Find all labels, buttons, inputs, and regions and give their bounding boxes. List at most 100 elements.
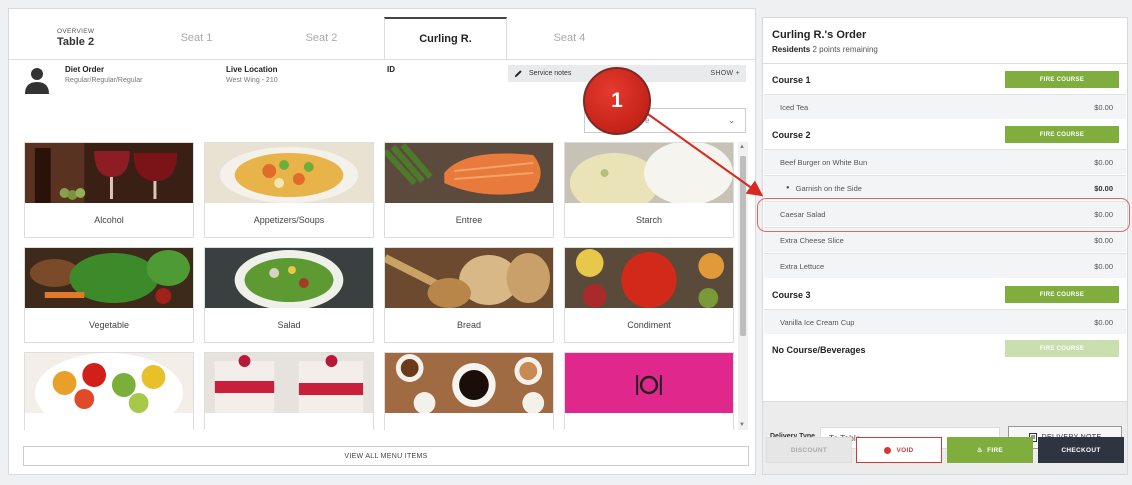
live-location-value: West Wing - 210 bbox=[226, 77, 278, 84]
fire-label: FIRE bbox=[987, 446, 1004, 454]
dessert-photo bbox=[205, 353, 373, 413]
tab-overview[interactable]: OVERVIEW Table 2 bbox=[9, 17, 134, 59]
tabs-divider bbox=[9, 59, 755, 60]
course-2-header: Course 2 bbox=[772, 130, 811, 140]
step-callout-badge: 1 bbox=[583, 67, 651, 135]
service-notes-label: Service notes bbox=[529, 70, 572, 77]
category-label: Salad bbox=[277, 320, 301, 330]
category-label: Entree bbox=[455, 215, 483, 225]
void-icon bbox=[884, 446, 892, 454]
order-item-price: $0.00 bbox=[1094, 235, 1113, 245]
scroll-down-icon[interactable]: ▼ bbox=[739, 422, 745, 428]
residents-label: Residents bbox=[772, 45, 811, 54]
course-1-header: Course 1 bbox=[772, 75, 811, 85]
category-tile-other[interactable] bbox=[564, 352, 734, 430]
order-item-price: $0.00 bbox=[1094, 317, 1113, 327]
tab-seat-2[interactable]: Seat 2 bbox=[259, 17, 384, 59]
category-label: Alcohol bbox=[94, 215, 124, 225]
scrollbar-thumb[interactable] bbox=[740, 156, 746, 336]
tab-overview-table: Table 2 bbox=[57, 36, 95, 48]
menu-category-grid: Alcohol Appetizers/Soups Entree Starch V… bbox=[24, 142, 737, 430]
fire-course-2-button[interactable]: FIRE COURSE bbox=[1005, 126, 1119, 143]
category-label bbox=[565, 413, 733, 430]
order-title: Curling R.'s Order bbox=[772, 29, 867, 41]
category-tile-vegetable[interactable]: Vegetable bbox=[24, 247, 194, 343]
category-tile-entree[interactable]: Entree bbox=[384, 142, 554, 238]
category-tile-starch[interactable]: Starch bbox=[564, 142, 734, 238]
checkout-button[interactable]: CHECKOUT bbox=[1038, 437, 1124, 463]
category-label: Condiment bbox=[627, 320, 671, 330]
category-tile-bread[interactable]: Bread bbox=[384, 247, 554, 343]
void-button[interactable]: VOID bbox=[856, 437, 942, 463]
menu-grid-scrollbar[interactable]: ▲ ▼ bbox=[738, 142, 748, 430]
category-tile-appetizers-soups[interactable]: Appetizers/Soups bbox=[204, 142, 374, 238]
salad-photo bbox=[205, 248, 373, 308]
category-label bbox=[25, 413, 193, 430]
scroll-up-icon[interactable]: ▲ bbox=[739, 144, 745, 150]
fire-course-3-button[interactable]: FIRE COURSE bbox=[1005, 286, 1119, 303]
category-label bbox=[205, 413, 373, 430]
discount-button[interactable]: DISCOUNT bbox=[766, 437, 852, 463]
fire-course-1-button[interactable]: FIRE COURSE bbox=[1005, 71, 1119, 88]
view-all-menu-items-button[interactable]: VIEW ALL MENU ITEMS bbox=[23, 446, 749, 466]
category-label: Vegetable bbox=[88, 320, 130, 330]
category-label bbox=[385, 413, 553, 430]
order-header-divider bbox=[763, 63, 1127, 64]
order-item-name: Iced Tea bbox=[780, 102, 809, 112]
order-item-name: Garnish on the Side bbox=[795, 183, 862, 193]
order-item-price: $0.00 bbox=[1094, 183, 1113, 193]
seat-tabs: OVERVIEW Table 2 Seat 1 Seat 2 Curling R… bbox=[9, 17, 755, 59]
id-info: ID bbox=[387, 65, 395, 74]
category-label: Appetizers/Soups bbox=[253, 215, 325, 225]
flame-icon: ♨ bbox=[976, 447, 984, 454]
tab-curling-r[interactable]: Curling R. bbox=[384, 17, 507, 59]
order-item-modifier-row[interactable]: ● Garnish on the Side $0.00 bbox=[764, 175, 1126, 200]
soup-photo bbox=[205, 143, 373, 203]
diet-order-value: Regular/Regular/Regular bbox=[65, 77, 143, 84]
pencil-icon bbox=[514, 70, 522, 78]
course-3-header: Course 3 bbox=[772, 290, 811, 300]
order-item-name: Extra Cheese Slice bbox=[780, 235, 844, 245]
wine-glasses-photo bbox=[25, 143, 193, 203]
category-tile-dessert[interactable] bbox=[204, 352, 374, 430]
order-item-row[interactable]: Vanilla Ice Cream Cup $0.00 bbox=[764, 309, 1126, 334]
chevron-down-icon: ⌄ bbox=[728, 116, 735, 125]
category-tile-coffee[interactable] bbox=[384, 352, 554, 430]
category-tile-alcohol[interactable]: Alcohol bbox=[24, 142, 194, 238]
order-panel: Curling R.'s Order Residents 2 points re… bbox=[762, 17, 1128, 475]
order-item-name: Vanilla Ice Cream Cup bbox=[780, 317, 855, 327]
category-tile-fruit[interactable] bbox=[24, 352, 194, 430]
caesar-salad-highlight bbox=[757, 198, 1130, 232]
order-item-row[interactable]: Extra Lettuce $0.00 bbox=[764, 253, 1126, 278]
order-item-price: $0.00 bbox=[1094, 157, 1113, 167]
category-tile-salad[interactable]: Salad bbox=[204, 247, 374, 343]
live-location-label: Live Location bbox=[226, 65, 278, 74]
category-tile-condiment[interactable]: Condiment bbox=[564, 247, 734, 343]
void-label: VOID bbox=[896, 446, 914, 454]
bullet-icon: ● bbox=[786, 185, 790, 191]
condiments-photo bbox=[565, 248, 733, 308]
order-item-name: Beef Burger on White Bun bbox=[780, 157, 868, 167]
no-course-header: No Course/Beverages bbox=[772, 345, 866, 355]
bread-photo bbox=[385, 248, 553, 308]
fire-button[interactable]: ♨ FIRE bbox=[947, 437, 1033, 463]
coffee-photo bbox=[385, 353, 553, 413]
tab-seat-4[interactable]: Seat 4 bbox=[507, 17, 632, 59]
rice-photo bbox=[565, 143, 733, 203]
fire-course-beverages-button[interactable]: FIRE COURSE bbox=[1005, 340, 1119, 357]
tab-overview-caption: OVERVIEW bbox=[57, 28, 95, 35]
service-notes-show[interactable]: SHOW + bbox=[710, 70, 740, 77]
diet-order-info: Diet Order Regular/Regular/Regular bbox=[65, 65, 142, 84]
order-points: Residents 2 points remaining bbox=[772, 45, 878, 54]
order-item-price: $0.00 bbox=[1094, 261, 1113, 271]
id-label: ID bbox=[387, 65, 395, 74]
category-label: Starch bbox=[635, 215, 662, 225]
plate-cutlery-icon bbox=[565, 353, 733, 413]
order-item-row[interactable]: Beef Burger on White Bun $0.00 bbox=[764, 149, 1126, 174]
order-item-row[interactable]: Iced Tea $0.00 bbox=[764, 94, 1126, 119]
tab-seat-1[interactable]: Seat 1 bbox=[134, 17, 259, 59]
resident-avatar-icon bbox=[25, 68, 49, 94]
vegetables-photo bbox=[25, 248, 193, 308]
diet-order-label: Diet Order bbox=[65, 65, 105, 74]
menu-panel: OVERVIEW Table 2 Seat 1 Seat 2 Curling R… bbox=[8, 8, 756, 475]
